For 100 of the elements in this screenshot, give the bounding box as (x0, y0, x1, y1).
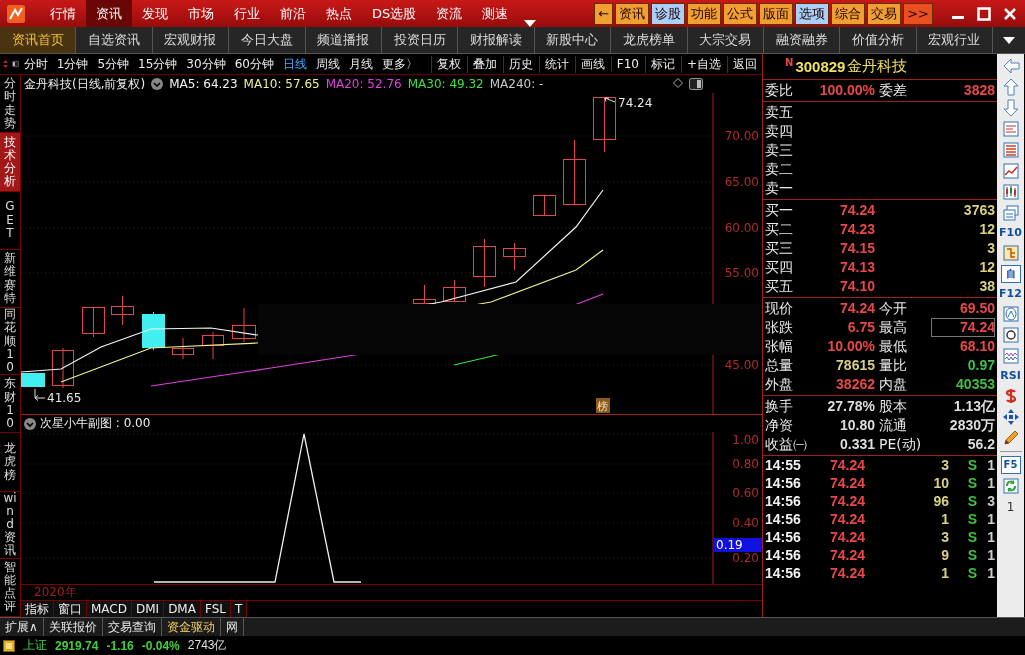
toolbar-button[interactable]: >> (903, 2, 933, 25)
chevron-circle-icon[interactable] (24, 417, 36, 430)
side-tab[interactable]: 东财10 (0, 375, 20, 434)
trade-side: S (966, 474, 977, 492)
move-icon[interactable] (1001, 408, 1020, 426)
trade-price: 74.24 (828, 546, 865, 564)
period-tab[interactable]: 15分钟 (134, 55, 182, 73)
trade-count: 1 (986, 456, 995, 474)
toolbar-button[interactable]: 公式 (723, 2, 758, 25)
window-list-icon[interactable] (1001, 204, 1020, 222)
close-icon[interactable] (1003, 6, 1017, 21)
chevron-circle-icon[interactable] (151, 78, 164, 90)
tab[interactable]: 频道播报 (305, 27, 382, 53)
tab[interactable]: 龙虎榜单 (611, 27, 688, 53)
quote-label: 买二 (765, 220, 794, 239)
toolbar-button[interactable]: 资讯 (615, 2, 650, 25)
chart-tool-button[interactable]: 复权 (430, 55, 466, 73)
chart-tool-button[interactable]: F10 (610, 57, 644, 71)
period-tab[interactable]: 周线 (311, 55, 344, 73)
menu-item[interactable]: 资流 (426, 0, 473, 27)
wave-chart-icon[interactable] (1001, 347, 1020, 365)
back-arrow-icon[interactable] (1001, 57, 1020, 75)
chart-tool-button[interactable]: +自选 (680, 55, 726, 73)
toolbar-button[interactable]: 功能 (687, 2, 722, 25)
tab[interactable]: 资讯首页 (0, 27, 77, 53)
tab[interactable]: 新股中心 (534, 27, 612, 53)
period-tab[interactable]: 60分钟 (230, 55, 278, 73)
chart-tool-button[interactable]: 历史 (502, 55, 538, 73)
diamond-icon[interactable] (673, 78, 683, 88)
quote-label: 卖一 (765, 179, 794, 198)
period-tab[interactable]: 分时 (19, 55, 52, 73)
toolbar-button[interactable]: 自 (1000, 265, 1021, 283)
side-tab[interactable]: 新维赛特 (0, 249, 20, 309)
period-tab[interactable]: 月线 (344, 55, 377, 73)
toolbar-button[interactable]: 选项 (795, 2, 830, 25)
toolbar-button[interactable]: 诊股 (651, 2, 686, 25)
panel-toggle-icon[interactable] (11, 58, 19, 70)
trade-volume: 10 (932, 474, 949, 492)
tab[interactable]: 融资融券 (763, 27, 841, 53)
tab[interactable]: 大宗交易 (687, 27, 764, 53)
tab[interactable]: 自选资讯 (76, 27, 153, 53)
side-tab[interactable]: 龙虎榜 (0, 433, 20, 492)
side-tab[interactable]: 智能点评 (0, 558, 20, 617)
chart-tool-button[interactable]: 画线 (574, 55, 610, 73)
quote-value: 100.00% (818, 81, 875, 100)
toolbar-button[interactable]: RSI (999, 368, 1022, 384)
index-square-icon[interactable] (3, 639, 15, 652)
menu-item[interactable]: 前沿 (270, 0, 316, 27)
up-arrow-icon[interactable] (1001, 78, 1020, 96)
toolbar-button[interactable]: 版面 (759, 2, 794, 25)
tab[interactable]: 宏观财报 (152, 27, 230, 53)
tree-icon[interactable] (1001, 244, 1020, 262)
caret-icon[interactable] (1003, 36, 1016, 44)
menu-item[interactable]: 行情 (40, 0, 86, 27)
bid-volume: 3763 (962, 201, 995, 220)
toolbar-button[interactable]: F5 (1000, 456, 1021, 474)
period-tab[interactable]: 1分钟 (52, 55, 93, 73)
side-tab[interactable]: GET (0, 191, 20, 250)
quote-label: 卖三 (765, 141, 794, 160)
high-price-label: 74.24 (618, 96, 653, 110)
toolbar-button[interactable]: 交易 (867, 2, 902, 25)
menu-item[interactable]: 发现 (132, 0, 178, 27)
panel-toggle-icon[interactable] (689, 78, 703, 90)
side-tab[interactable]: 技术分析 (0, 133, 20, 192)
toolbar-button[interactable]: 综合 (831, 2, 866, 25)
chart-tool-button[interactable]: 叠加 (466, 55, 502, 73)
period-tab[interactable]: 更多〉 (377, 55, 422, 73)
trade-volume: 96 (932, 492, 949, 510)
period-tab[interactable]: 日线 (278, 55, 311, 73)
chart-tool-button[interactable]: 标记 (644, 55, 680, 73)
side-tab[interactable]: wind资讯 (0, 491, 20, 559)
period-tab[interactable]: 30分钟 (182, 55, 230, 73)
menu-item[interactable]: 行业 (224, 0, 270, 27)
quote-value: 56.2 (966, 435, 995, 454)
toolbar-button[interactable]: ← (594, 2, 614, 25)
menu-item[interactable]: 热点 (316, 0, 362, 27)
period-tab[interactable]: 5分钟 (93, 55, 134, 73)
pencil-icon[interactable] (1001, 429, 1020, 447)
tab[interactable]: 价值分析 (840, 27, 917, 53)
refresh-icon[interactable] (1001, 477, 1020, 495)
line-chart-icon[interactable] (1001, 162, 1020, 180)
candlestick-icon[interactable] (1001, 183, 1020, 201)
trade-volume: 9 (940, 546, 949, 564)
menu-item[interactable]: 市场 (178, 0, 224, 27)
tab[interactable]: 财报解读 (458, 27, 535, 53)
tab[interactable]: 宏观行业 (916, 27, 994, 53)
toolbar-number[interactable]: 1 (1006, 498, 1015, 516)
menu-item[interactable]: 资讯 (86, 0, 132, 27)
tab[interactable]: 投资日历 (381, 27, 459, 53)
side-tab[interactable]: 同花顺10 (0, 308, 20, 376)
chart-tool-button[interactable]: 统计 (538, 55, 574, 73)
menu-item[interactable]: 测速 (472, 0, 519, 27)
table-icon[interactable] (1001, 141, 1020, 159)
toolbar-button[interactable]: F10 (998, 225, 1023, 241)
trade-count: 3 (986, 492, 995, 510)
maximize-icon[interactable] (977, 6, 991, 21)
down-arrow-icon[interactable] (1001, 99, 1020, 117)
toolbar-button[interactable]: F12 (998, 286, 1023, 302)
tab[interactable]: 今日大盘 (229, 27, 306, 53)
menu-item[interactable]: DS选股 (362, 0, 427, 27)
